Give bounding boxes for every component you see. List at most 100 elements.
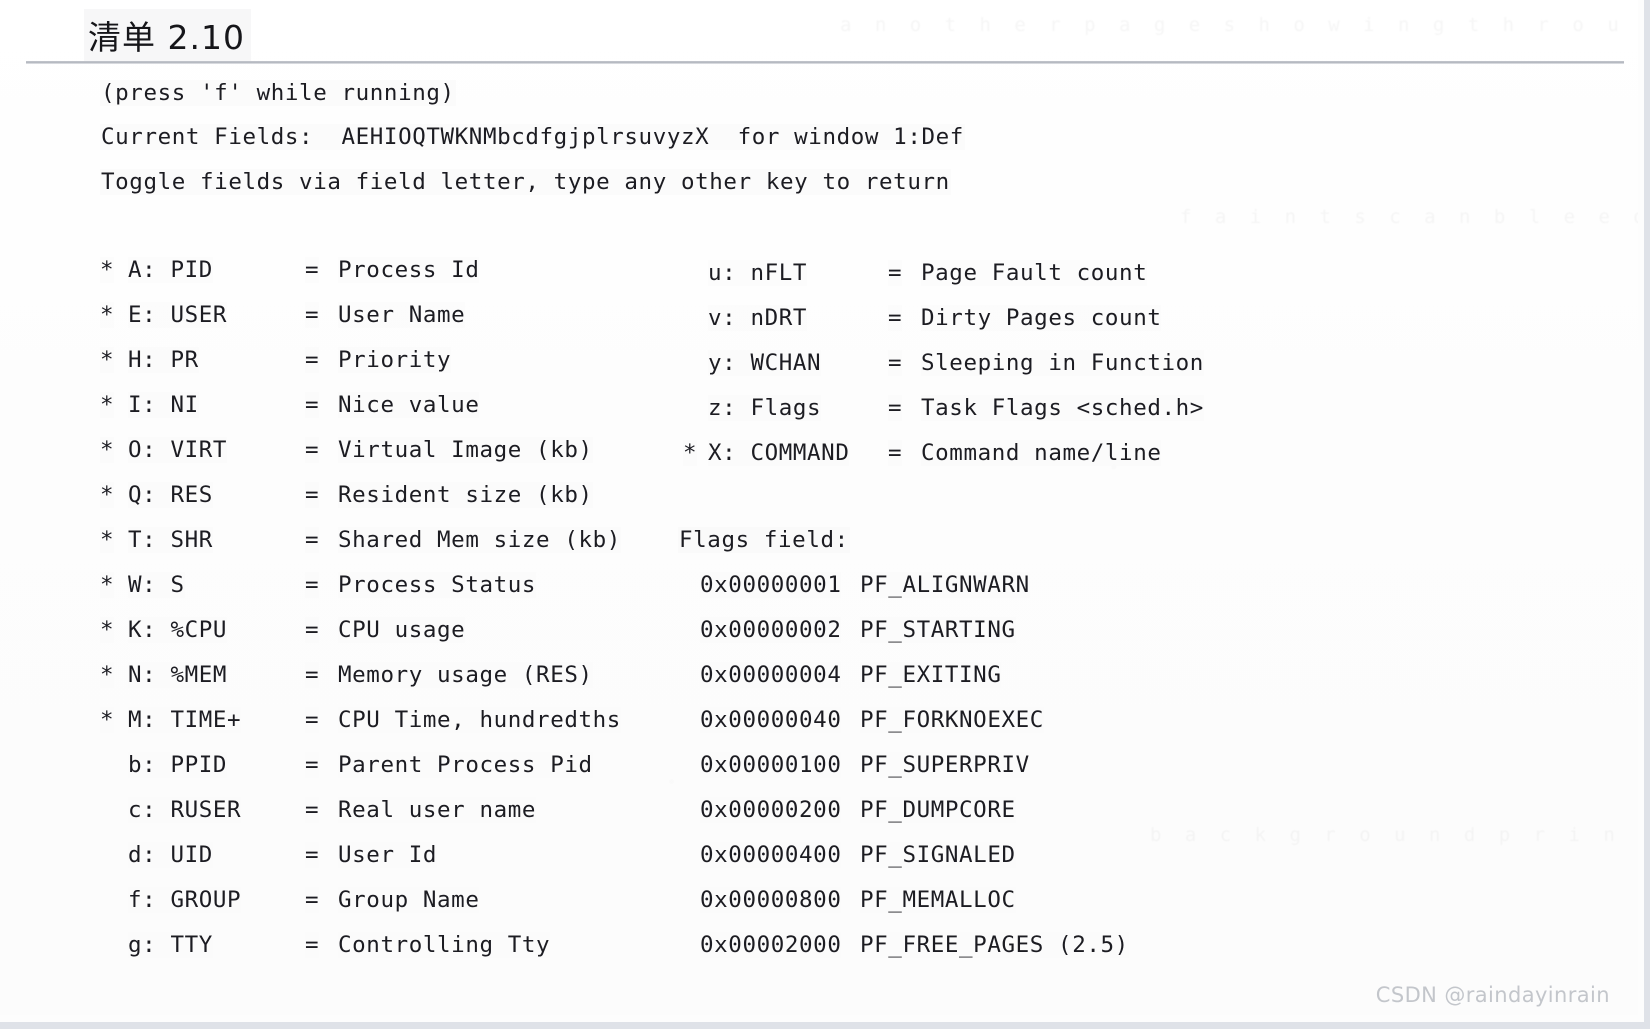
- field-toggle-marker[interactable]: *: [100, 662, 115, 688]
- field-desc: Task Flags <sched.h>: [921, 395, 1204, 421]
- field-key[interactable]: c: RUSER: [128, 797, 242, 823]
- field-eq: =: [305, 662, 320, 688]
- field-desc: Resident size (kb): [338, 482, 593, 508]
- field-desc: Real user name: [338, 797, 537, 823]
- field-eq: =: [305, 257, 320, 283]
- field-eq: =: [305, 752, 320, 778]
- field-desc: Sleeping in Function: [921, 350, 1204, 376]
- field-desc: Memory usage (RES): [338, 662, 593, 688]
- field-key[interactable]: A: PID: [128, 257, 213, 283]
- field-desc: Priority: [338, 347, 452, 373]
- field-eq: =: [888, 440, 903, 466]
- field-eq: =: [305, 617, 320, 643]
- field-eq: =: [305, 347, 320, 373]
- field-eq: =: [888, 305, 903, 331]
- field-key[interactable]: O: VIRT: [128, 437, 228, 463]
- field-key[interactable]: g: TTY: [128, 932, 213, 958]
- flag-name: PF_FORKNOEXEC: [860, 707, 1044, 733]
- field-eq: =: [305, 707, 320, 733]
- flag-hex: 0x00000001: [700, 572, 842, 598]
- flag-hex: 0x00000400: [700, 842, 842, 868]
- field-desc: Group Name: [338, 887, 480, 913]
- field-key[interactable]: E: USER: [128, 302, 228, 328]
- field-toggle-marker[interactable]: *: [100, 482, 115, 508]
- field-key[interactable]: v: nDRT: [708, 305, 808, 331]
- field-toggle-marker[interactable]: *: [100, 527, 115, 553]
- field-toggle-marker[interactable]: *: [683, 440, 698, 466]
- field-key[interactable]: Q: RES: [128, 482, 213, 508]
- field-toggle-marker[interactable]: *: [100, 257, 115, 283]
- field-eq: =: [888, 350, 903, 376]
- field-desc: Process Status: [338, 572, 537, 598]
- field-desc: Page Fault count: [921, 260, 1148, 286]
- field-desc: CPU usage: [338, 617, 466, 643]
- field-desc: Shared Mem size (kb): [338, 527, 621, 553]
- field-eq: =: [305, 887, 320, 913]
- header-line-toggle-hint: Toggle fields via field letter, type any…: [100, 169, 951, 195]
- field-desc: User Id: [338, 842, 438, 868]
- field-toggle-marker[interactable]: *: [100, 617, 115, 643]
- field-key[interactable]: I: NI: [128, 392, 199, 418]
- flags-field-heading: Flags field:: [678, 527, 850, 553]
- flag-name: PF_ALIGNWARN: [860, 572, 1030, 598]
- field-key[interactable]: K: %CPU: [128, 617, 228, 643]
- field-toggle-marker[interactable]: *: [100, 392, 115, 418]
- field-toggle-marker[interactable]: *: [100, 437, 115, 463]
- flag-hex: 0x00000800: [700, 887, 842, 913]
- page-surface: a n o t h e r p a g e s h o w i n g t h …: [0, 0, 1638, 1015]
- field-desc: Command name/line: [921, 440, 1162, 466]
- field-key[interactable]: z: Flags: [708, 395, 822, 421]
- field-eq: =: [305, 437, 320, 463]
- field-eq: =: [305, 932, 320, 958]
- header-line-press-f: (press 'f' while running): [100, 80, 456, 106]
- top-fields-screen: (press 'f' while running) Current Fields…: [0, 0, 1638, 1015]
- field-key[interactable]: W: S: [128, 572, 185, 598]
- field-desc: Dirty Pages count: [921, 305, 1162, 331]
- field-key[interactable]: T: SHR: [128, 527, 213, 553]
- flag-name: PF_SIGNALED: [860, 842, 1016, 868]
- flag-name: PF_DUMPCORE: [860, 797, 1016, 823]
- flag-name: PF_STARTING: [860, 617, 1016, 643]
- flag-hex: 0x00002000: [700, 932, 842, 958]
- field-desc: Virtual Image (kb): [338, 437, 593, 463]
- flag-name: PF_SUPERPRIV: [860, 752, 1030, 778]
- flag-hex: 0x00000002: [700, 617, 842, 643]
- field-key[interactable]: f: GROUP: [128, 887, 242, 913]
- field-key[interactable]: y: WCHAN: [708, 350, 822, 376]
- field-toggle-marker[interactable]: *: [100, 572, 115, 598]
- field-desc: Controlling Tty: [338, 932, 551, 958]
- flag-hex: 0x00000100: [700, 752, 842, 778]
- field-key[interactable]: d: UID: [128, 842, 213, 868]
- field-eq: =: [305, 527, 320, 553]
- field-eq: =: [305, 572, 320, 598]
- scanned-page: a n o t h e r p a g e s h o w i n g t h …: [0, 0, 1650, 1029]
- field-desc: Process Id: [338, 257, 480, 283]
- flag-hex: 0x00000004: [700, 662, 842, 688]
- field-key[interactable]: u: nFLT: [708, 260, 808, 286]
- field-eq: =: [305, 302, 320, 328]
- flag-hex: 0x00000040: [700, 707, 842, 733]
- field-toggle-marker[interactable]: *: [100, 707, 115, 733]
- field-key[interactable]: b: PPID: [128, 752, 228, 778]
- field-desc: Parent Process Pid: [338, 752, 593, 778]
- field-desc: Nice value: [338, 392, 480, 418]
- flag-name: PF_EXITING: [860, 662, 1002, 688]
- field-eq: =: [305, 482, 320, 508]
- field-eq: =: [305, 842, 320, 868]
- field-eq: =: [305, 797, 320, 823]
- flag-name: PF_FREE_PAGES (2.5): [860, 932, 1129, 958]
- field-desc: CPU Time, hundredths: [338, 707, 621, 733]
- csdn-watermark: CSDN @raindayinrain: [1375, 983, 1610, 1007]
- field-key[interactable]: H: PR: [128, 347, 199, 373]
- field-key[interactable]: N: %MEM: [128, 662, 228, 688]
- field-eq: =: [305, 392, 320, 418]
- field-desc: User Name: [338, 302, 466, 328]
- field-eq: =: [888, 395, 903, 421]
- field-toggle-marker[interactable]: *: [100, 347, 115, 373]
- field-key[interactable]: M: TIME+: [128, 707, 242, 733]
- field-key[interactable]: X: COMMAND: [708, 440, 850, 466]
- flag-name: PF_MEMALLOC: [860, 887, 1016, 913]
- flag-hex: 0x00000200: [700, 797, 842, 823]
- field-toggle-marker[interactable]: *: [100, 302, 115, 328]
- header-line-current-fields: Current Fields: AEHIOQTWKNMbcdfgjplrsuvy…: [100, 124, 965, 150]
